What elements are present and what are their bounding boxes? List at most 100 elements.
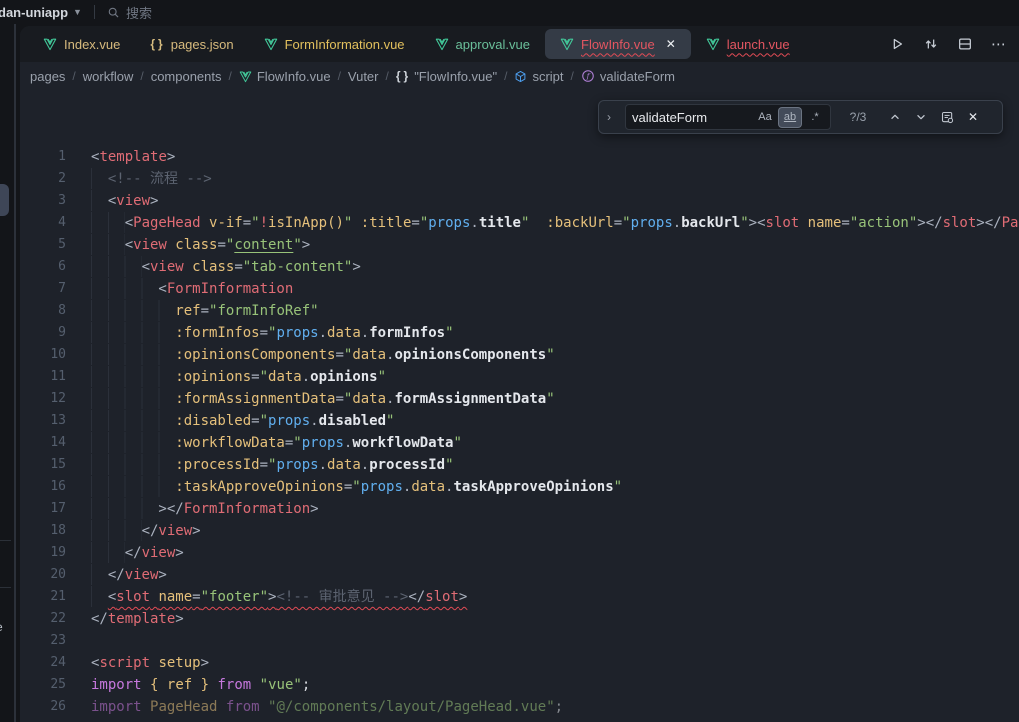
toggle-replace-icon[interactable]: › (607, 110, 619, 124)
line-number: 20 (20, 564, 66, 586)
editor-group: Index.vue { } pages.json FormInformation… (20, 26, 1019, 722)
code-line: 9:formInfos="props.data.formInfos" (20, 322, 1019, 344)
line-number: 21 (20, 586, 66, 608)
code-line: 13:disabled="props.disabled" (20, 410, 1019, 432)
code-line: 10:opinionsComponents="data.opinionsComp… (20, 344, 1019, 366)
tab-launch-vue[interactable]: launch.vue (691, 29, 805, 59)
close-icon[interactable]: ✕ (666, 37, 676, 51)
global-search[interactable]: 搜索 (107, 3, 152, 22)
code-editor[interactable]: 1<template>2<!-- 流程 -->3<view>4<PageHead… (20, 90, 1019, 718)
whole-word-toggle[interactable]: ab (779, 108, 801, 127)
vue-icon (706, 37, 720, 51)
line-number: 19 (20, 542, 66, 564)
line-number: 1 (20, 146, 66, 168)
tab-label: approval.vue (456, 37, 530, 52)
tab-label: pages.json (171, 37, 234, 52)
line-number: 7 (20, 278, 66, 300)
line-number: 11 (20, 366, 66, 388)
breadcrumb-workflow[interactable]: workflow (83, 69, 134, 84)
line-number: 2 (20, 168, 66, 190)
panel-divider-fragment (0, 587, 11, 588)
code-line: 12:formAssignmentData="data.formAssignme… (20, 388, 1019, 410)
code-line: 20</view> (20, 564, 1019, 586)
code-line: 6<view class="tab-content"> (20, 256, 1019, 278)
main-area: e Index.vue { } pages.json Fo (0, 24, 1019, 722)
breadcrumb-separator: / (229, 69, 232, 83)
vue-icon (435, 37, 449, 51)
breadcrumb-script[interactable]: script (514, 69, 563, 84)
braces-icon: { } (150, 37, 163, 51)
line-number: 23 (20, 630, 66, 652)
line-number: 5 (20, 234, 66, 256)
match-case-toggle[interactable]: Aa (754, 108, 776, 127)
code-line: 19</view> (20, 542, 1019, 564)
tab-label: Index.vue (64, 37, 120, 52)
code-line: 8ref="formInfoRef" (20, 300, 1019, 322)
vue-icon (560, 37, 574, 51)
module-icon (514, 70, 527, 83)
code-line: 15:processId="props.data.processId" (20, 454, 1019, 476)
code-line: 16:taskApproveOpinions="props.data.taskA… (20, 476, 1019, 498)
tab-index-vue[interactable]: Index.vue (28, 29, 135, 59)
code-line: 24<script setup> (20, 652, 1019, 674)
close-find-icon[interactable]: ✕ (963, 107, 983, 127)
vue-icon (43, 37, 57, 51)
line-number: 15 (20, 454, 66, 476)
code-line: 7<FormInformation (20, 278, 1019, 300)
code-line: 11:opinions="data.opinions" (20, 366, 1019, 388)
tab-pages-json[interactable]: { } pages.json (135, 29, 248, 59)
line-number: 24 (20, 652, 66, 674)
search-icon (107, 6, 120, 19)
breadcrumb: pages / workflow / components / FlowInfo… (20, 62, 1019, 90)
split-editor-icon[interactable] (955, 34, 975, 54)
title-bar: dan-uniapp ▼ 搜索 (0, 0, 1019, 24)
tab-approval-vue[interactable]: approval.vue (420, 29, 545, 59)
panel-divider-fragment (0, 540, 11, 541)
code-line: 25import { ref } from "vue"; (20, 674, 1019, 696)
vue-icon (239, 70, 252, 83)
line-number: 10 (20, 344, 66, 366)
previous-match-icon[interactable] (885, 107, 905, 127)
regex-toggle[interactable]: .* (804, 108, 826, 127)
line-number: 17 (20, 498, 66, 520)
run-icon[interactable] (887, 34, 907, 54)
next-match-icon[interactable] (911, 107, 931, 127)
breadcrumb-flowinfo-file[interactable]: FlowInfo.vue (239, 69, 331, 84)
find-input-box: Aa ab .* (625, 104, 831, 130)
code-line: 2<!-- 流程 --> (20, 168, 1019, 190)
code-line: 5<view class="content"> (20, 234, 1019, 256)
tab-forminformation-vue[interactable]: FormInformation.vue (249, 29, 420, 59)
find-in-selection-icon[interactable] (937, 107, 957, 127)
breadcrumb-validateform[interactable]: f validateForm (581, 69, 675, 84)
breadcrumb-flowinfo-symbol[interactable]: { } "FlowInfo.vue" (396, 69, 497, 84)
breadcrumb-separator: / (571, 69, 574, 83)
code-line: 18</view> (20, 520, 1019, 542)
line-number: 18 (20, 520, 66, 542)
tab-bar: Index.vue { } pages.json FormInformation… (20, 26, 1019, 62)
open-changes-icon[interactable] (921, 34, 941, 54)
search-label: 搜索 (126, 3, 152, 22)
breadcrumb-vuter[interactable]: Vuter (348, 69, 379, 84)
panel-divider[interactable] (14, 24, 16, 722)
find-options: Aa ab .* (754, 108, 830, 127)
line-number: 9 (20, 322, 66, 344)
breadcrumb-separator: / (386, 69, 389, 83)
breadcrumb-components[interactable]: components (151, 69, 222, 84)
project-switcher[interactable]: dan-uniapp ▼ (0, 5, 82, 20)
line-number: 25 (20, 674, 66, 696)
line-number: 4 (20, 212, 66, 234)
code-lines: 1<template>2<!-- 流程 -->3<view>4<PageHead… (20, 146, 1019, 718)
left-panel-strip: e (0, 24, 14, 722)
panel-handle[interactable] (0, 184, 9, 216)
code-line: 17></FormInformation> (20, 498, 1019, 520)
line-number: 14 (20, 432, 66, 454)
line-number: 6 (20, 256, 66, 278)
editor-actions: ⋯ (887, 34, 1013, 54)
braces-icon: { } (396, 69, 409, 83)
tab-flowinfo-vue[interactable]: FlowInfo.vue ✕ (545, 29, 691, 59)
more-actions-icon[interactable]: ⋯ (989, 34, 1009, 54)
chevron-down-icon: ▼ (73, 7, 82, 17)
find-input[interactable] (626, 110, 754, 125)
breadcrumb-pages[interactable]: pages (30, 69, 65, 84)
tab-label: FlowInfo.vue (581, 37, 655, 52)
